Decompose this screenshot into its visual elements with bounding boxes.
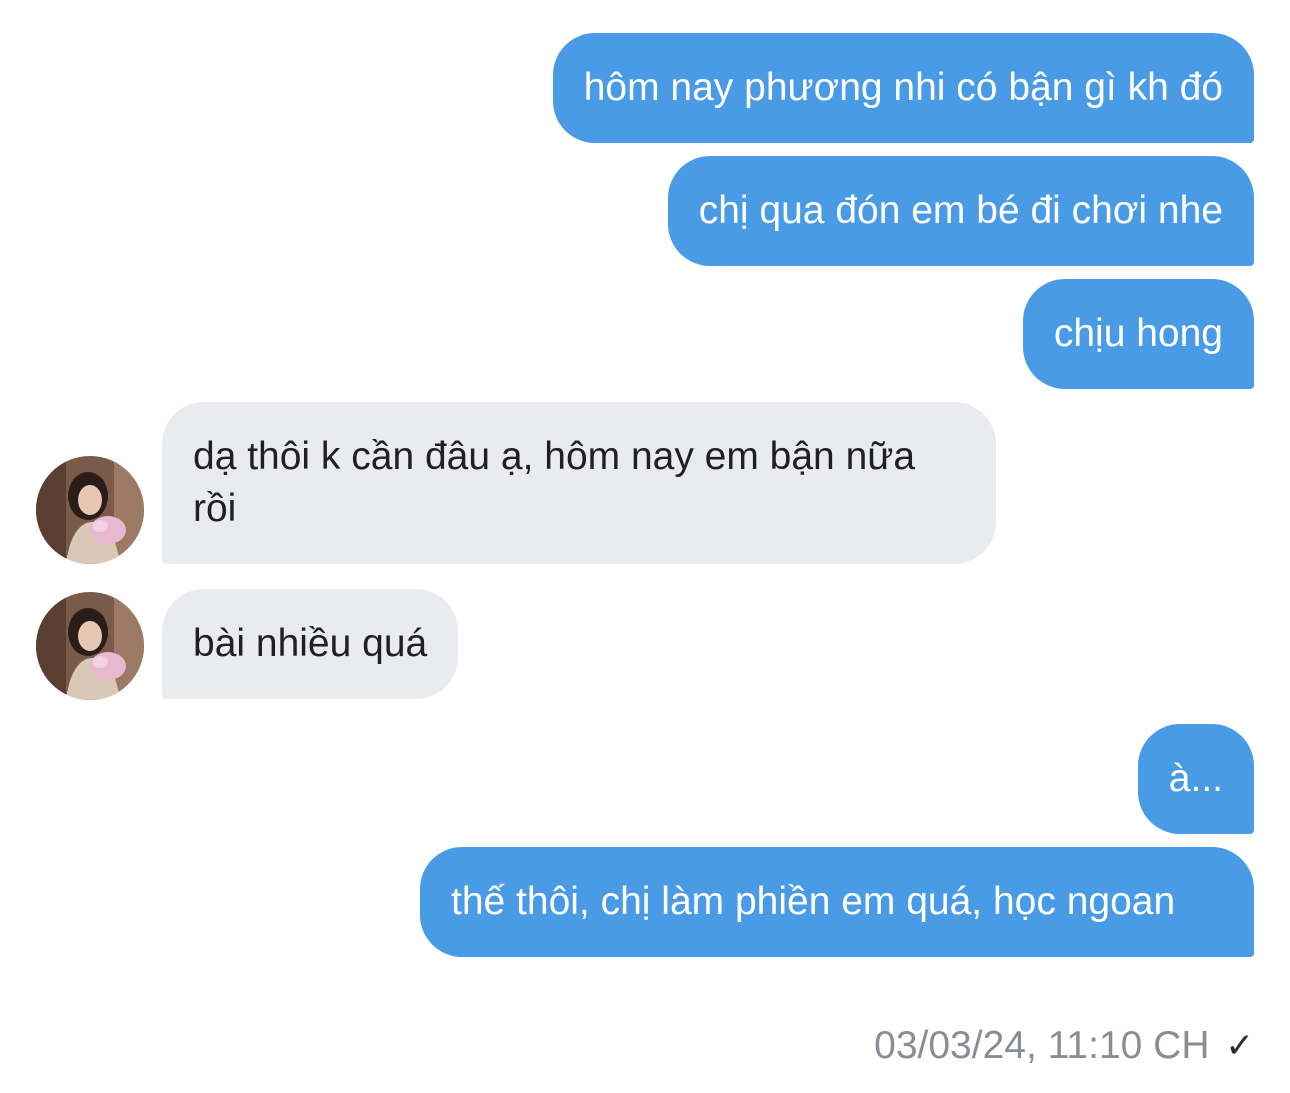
message-thread: hôm nay phương nhi có bận gì kh đó chị q… [0, 0, 1290, 1093]
avatar-photo [36, 592, 144, 700]
message-meta: 03/03/24, 11:10 CH ✓ [874, 1018, 1254, 1074]
outgoing-message[interactable]: hôm nay phương nhi có bận gì kh đó [552, 33, 1254, 143]
incoming-message[interactable]: bài nhiều quá [162, 589, 459, 699]
outgoing-message[interactable]: chịu hong [1022, 279, 1254, 389]
checkmark-icon: ✓ [1225, 1027, 1255, 1065]
outgoing-message[interactable]: à... [1137, 724, 1254, 834]
timestamp: 03/03/24, 11:10 CH [874, 1024, 1210, 1067]
contact-avatar[interactable] [36, 456, 144, 564]
avatar-photo [36, 456, 144, 564]
incoming-message[interactable]: dạ thôi k cần đâu ạ, hôm nay em bận nữa … [162, 402, 996, 564]
contact-avatar[interactable] [36, 592, 144, 700]
outgoing-message[interactable]: chị qua đón em bé đi chơi nhe [667, 156, 1254, 266]
outgoing-message[interactable]: thế thôi, chị làm phiền em quá, học ngoa… [420, 847, 1254, 957]
